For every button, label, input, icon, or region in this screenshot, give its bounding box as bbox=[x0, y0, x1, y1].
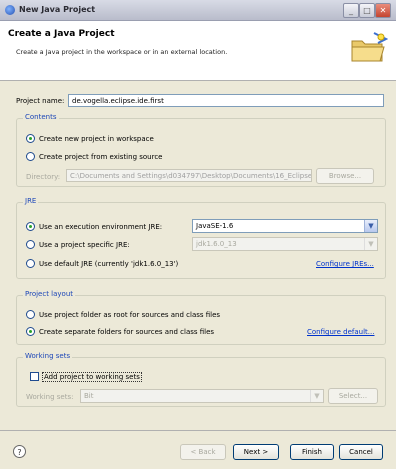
project-name-input[interactable]: de.vogella.eclipse.ide.first bbox=[68, 94, 384, 107]
minimize-button[interactable]: _ bbox=[343, 3, 359, 18]
chevron-down-icon[interactable]: ▼ bbox=[364, 220, 377, 232]
create-new-project-label[interactable]: Create new project in workspace bbox=[39, 135, 154, 143]
chevron-down-icon[interactable]: ▼ bbox=[364, 238, 377, 250]
directory-label: Directory: bbox=[26, 173, 61, 181]
project-layout-group-title: Project layout bbox=[23, 290, 76, 298]
project-layout-group: Project layout bbox=[16, 290, 386, 345]
separate-folders-radio[interactable] bbox=[26, 327, 35, 336]
select-working-sets-button[interactable]: Select... bbox=[328, 388, 378, 404]
create-from-existing-label[interactable]: Create project from existing source bbox=[39, 153, 162, 161]
banner-title: Create a Java Project bbox=[8, 29, 115, 39]
project-name-label: Project name: bbox=[16, 97, 65, 105]
separate-folders-label[interactable]: Create separate folders for sources and … bbox=[39, 328, 214, 336]
project-specific-jre-label[interactable]: Use a project specific JRE: bbox=[39, 241, 130, 249]
execution-environment-select[interactable]: JavaSE-1.6 ▼ bbox=[192, 219, 378, 233]
next-button[interactable]: Next > bbox=[233, 444, 279, 460]
wizard-banner: Create a Java Project Create a Java proj… bbox=[0, 21, 396, 81]
footer-separator bbox=[0, 430, 396, 431]
project-folder-root-radio[interactable] bbox=[26, 310, 35, 319]
configure-default-link[interactable]: Configure default... bbox=[307, 328, 374, 336]
project-specific-jre-value: jdk1.6.0_13 bbox=[196, 240, 237, 248]
title-bar[interactable]: New Java Project _ □ ✕ bbox=[0, 0, 396, 21]
working-sets-label: Working sets: bbox=[26, 393, 74, 401]
create-new-project-radio[interactable] bbox=[26, 134, 35, 143]
back-button[interactable]: < Back bbox=[180, 444, 226, 460]
project-specific-jre-radio[interactable] bbox=[26, 240, 35, 249]
add-to-working-sets-label[interactable]: Add project to working sets bbox=[42, 372, 142, 382]
create-from-existing-radio[interactable] bbox=[26, 152, 35, 161]
project-folder-root-label[interactable]: Use project folder as root for sources a… bbox=[39, 311, 220, 319]
working-sets-value: Bit bbox=[84, 392, 94, 400]
execution-environment-label[interactable]: Use an execution environment JRE: bbox=[39, 223, 162, 231]
configure-jres-link[interactable]: Configure JREs... bbox=[316, 260, 374, 268]
jre-group-title: JRE bbox=[23, 197, 39, 205]
banner-description: Create a Java project in the workspace o… bbox=[16, 48, 228, 56]
working-sets-group-title: Working sets bbox=[23, 352, 73, 360]
execution-environment-radio[interactable] bbox=[26, 222, 35, 231]
working-sets-select[interactable]: Bit ▼ bbox=[80, 389, 324, 403]
new-java-project-window: New Java Project _ □ ✕ Create a Java Pro… bbox=[0, 0, 396, 469]
close-button[interactable]: ✕ bbox=[375, 3, 391, 18]
chevron-down-icon[interactable]: ▼ bbox=[310, 390, 323, 402]
cancel-button[interactable]: Cancel bbox=[339, 444, 383, 460]
directory-input[interactable]: C:\Documents and Settings\d034797\Deskto… bbox=[66, 169, 312, 182]
contents-group-title: Contents bbox=[23, 113, 59, 121]
add-to-working-sets-checkbox[interactable] bbox=[30, 372, 39, 381]
finish-button[interactable]: Finish bbox=[290, 444, 334, 460]
eclipse-icon bbox=[5, 5, 15, 15]
execution-environment-value: JavaSE-1.6 bbox=[196, 222, 234, 230]
project-specific-jre-select[interactable]: jdk1.6.0_13 ▼ bbox=[192, 237, 378, 251]
new-project-folder-icon bbox=[351, 32, 388, 62]
default-jre-label[interactable]: Use default JRE (currently 'jdk1.6.0_13'… bbox=[39, 260, 178, 268]
maximize-button[interactable]: □ bbox=[359, 3, 375, 18]
window-title: New Java Project bbox=[19, 5, 96, 14]
browse-button[interactable]: Browse... bbox=[316, 168, 374, 184]
help-icon[interactable]: ? bbox=[13, 445, 26, 458]
default-jre-radio[interactable] bbox=[26, 259, 35, 268]
